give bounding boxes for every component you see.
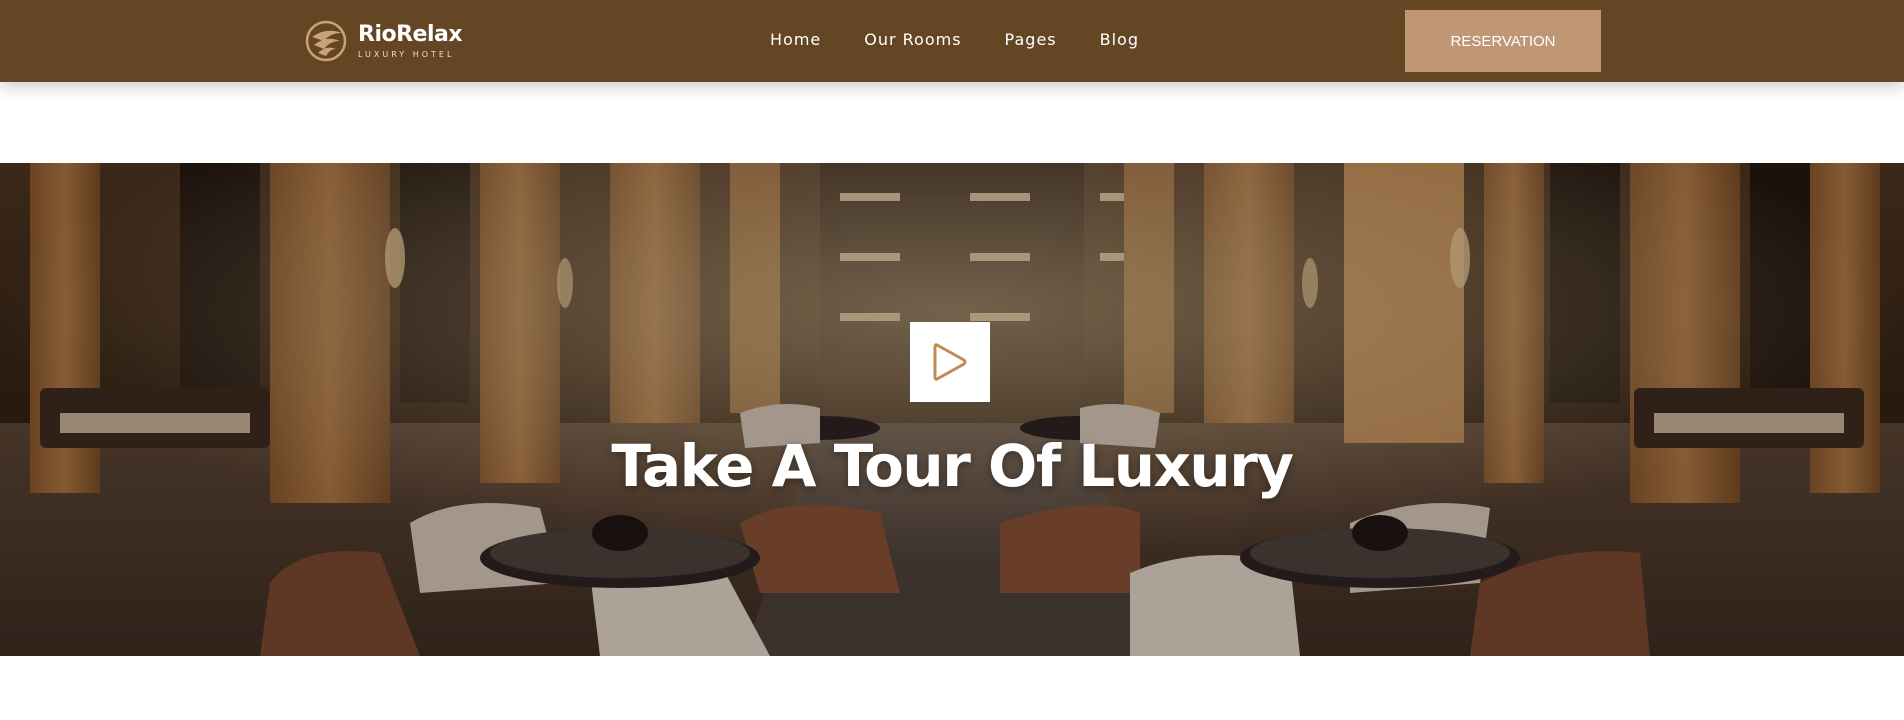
- logo-mark-icon: [305, 20, 347, 62]
- site-header: RioRelax LUXURY HOTEL Home Our Rooms Pag…: [0, 0, 1904, 82]
- play-icon: [933, 343, 967, 381]
- hero-overlay: [0, 163, 1904, 656]
- main-nav: Home Our Rooms Pages Blog: [770, 28, 1182, 52]
- nav-item-pages[interactable]: Pages: [1005, 28, 1057, 52]
- logo-tagline: LUXURY HOTEL: [358, 49, 455, 59]
- logo[interactable]: RioRelax LUXURY HOTEL: [304, 17, 463, 65]
- logo-name: RioRelax: [358, 21, 463, 47]
- logo-text: RioRelax LUXURY HOTEL: [358, 21, 463, 60]
- nav-item-our-rooms[interactable]: Our Rooms: [864, 28, 961, 52]
- hero-section: Take A Tour Of Luxury: [0, 163, 1904, 656]
- nav-item-home[interactable]: Home: [770, 28, 821, 52]
- nav-item-blog[interactable]: Blog: [1100, 28, 1139, 52]
- hero-title: Take A Tour Of Luxury: [611, 432, 1294, 500]
- play-video-button[interactable]: [910, 322, 990, 402]
- reservation-button[interactable]: RESERVATION: [1405, 10, 1601, 72]
